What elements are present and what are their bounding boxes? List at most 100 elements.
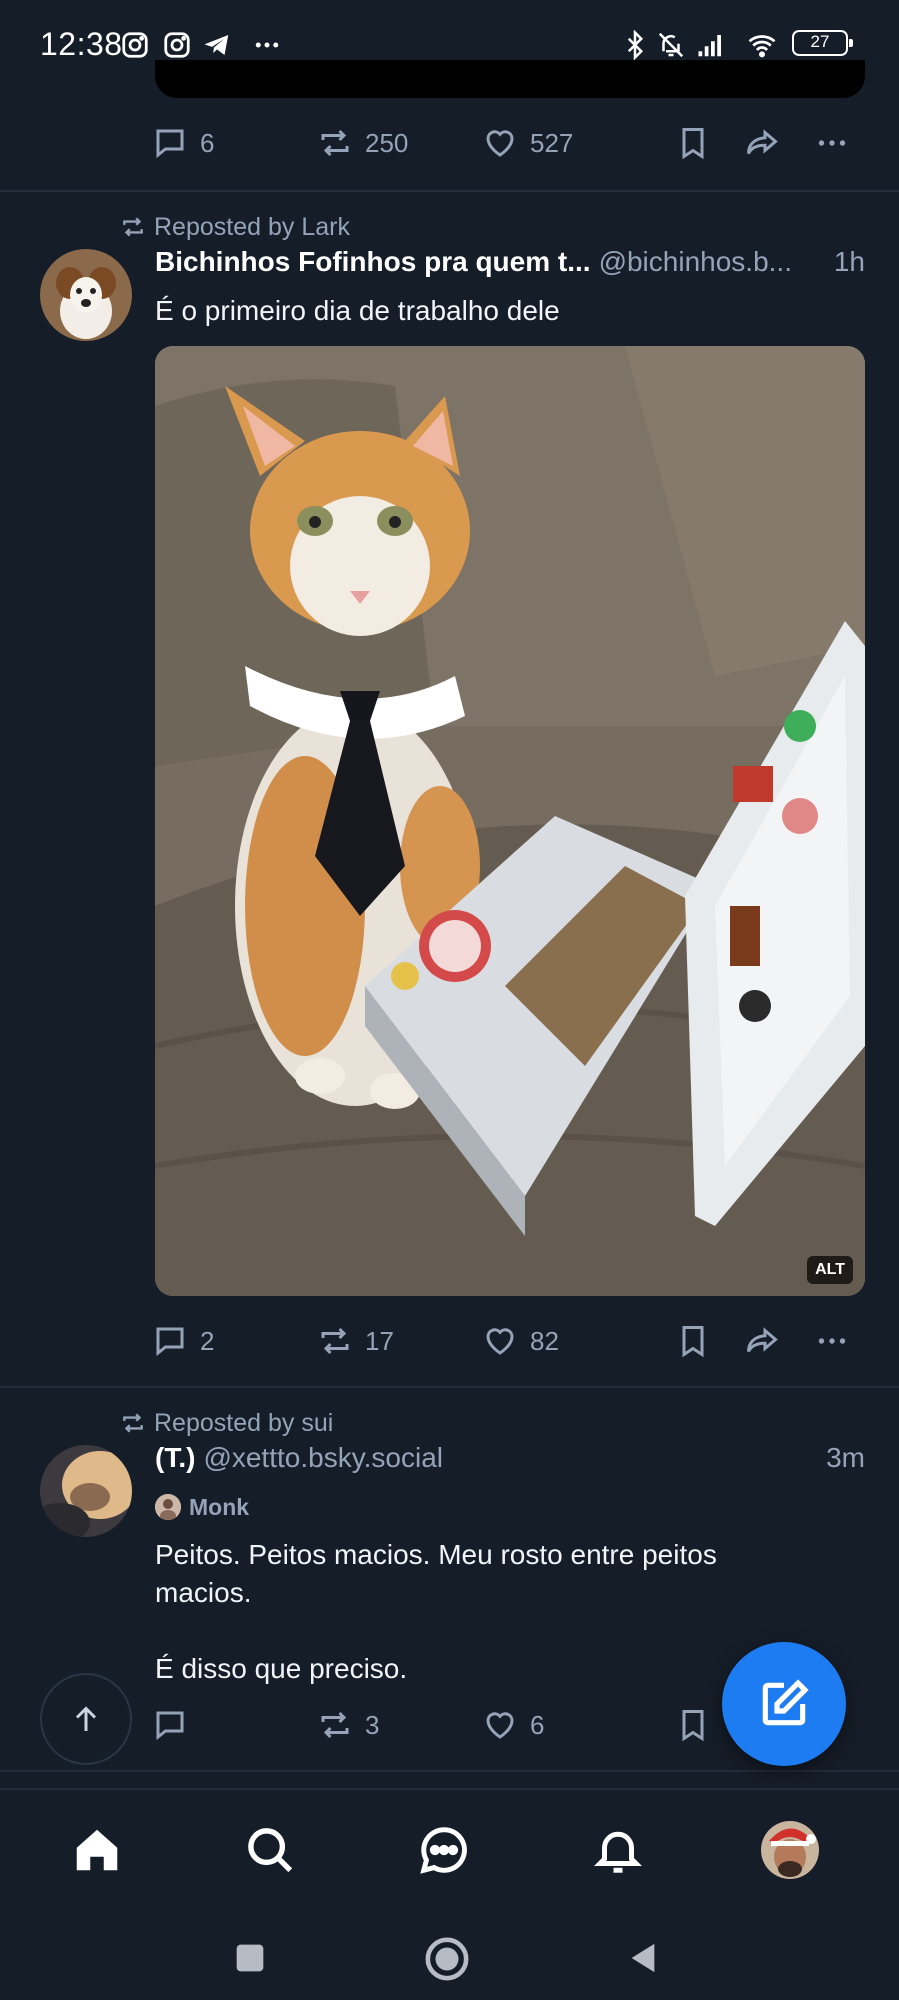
- instagram-icon: [122, 32, 148, 58]
- more-options-button[interactable]: [814, 1316, 850, 1366]
- like-count: 6: [530, 1709, 545, 1740]
- repost-icon: [321, 129, 349, 157]
- more-dots-icon: [818, 140, 846, 146]
- circle-icon: [425, 1937, 469, 1981]
- author-name[interactable]: (T.): [155, 1442, 195, 1474]
- badge-avatar-image: [155, 1494, 181, 1520]
- post-image[interactable]: ALT: [155, 346, 865, 1296]
- badge-avatar-icon: [155, 1494, 181, 1520]
- reply-icon: [156, 1327, 184, 1357]
- reply-icon: [156, 1711, 184, 1741]
- post-text: É o primeiro dia de trabalho dele: [155, 295, 560, 326]
- recents-button[interactable]: [234, 1942, 266, 1979]
- nav-profile[interactable]: [760, 1820, 820, 1880]
- home-button[interactable]: [424, 1936, 470, 1987]
- post-divider: [0, 190, 899, 192]
- bookmark-icon: [682, 1326, 704, 1358]
- square-icon: [236, 1944, 264, 1972]
- reply-count: 6: [200, 127, 215, 158]
- share-icon: [747, 1327, 778, 1353]
- heart-icon: [486, 1328, 514, 1355]
- reply-button[interactable]: [152, 1700, 200, 1750]
- avatar[interactable]: [40, 249, 132, 341]
- share-button[interactable]: [744, 118, 780, 168]
- profile-avatar: [761, 1821, 819, 1879]
- like-button[interactable]: 6: [482, 1700, 544, 1750]
- post-time[interactable]: 1h: [834, 246, 865, 278]
- signal-icon: [698, 35, 721, 57]
- post-divider: [0, 1770, 899, 1772]
- bookmark-button[interactable]: [675, 1700, 711, 1750]
- nav-notifications[interactable]: [588, 1820, 648, 1880]
- repost-button[interactable]: 250: [317, 118, 408, 168]
- bluetooth-icon: [627, 30, 644, 60]
- post-time[interactable]: 3m: [826, 1442, 865, 1474]
- previous-post-actions: 6 250 527: [152, 118, 872, 168]
- telegram-icon: [204, 35, 229, 55]
- like-button[interactable]: 527: [482, 118, 573, 168]
- search-icon: [248, 1828, 293, 1873]
- instagram-icon: [164, 32, 190, 58]
- home-icon: [76, 1829, 118, 1871]
- repost-label: Reposted by Lark: [154, 212, 350, 241]
- notifications-icon: [594, 1831, 642, 1873]
- compose-icon: [762, 1679, 809, 1726]
- reply-button[interactable]: 6: [152, 118, 214, 168]
- more-options-button[interactable]: [814, 118, 850, 168]
- arrow-up-icon: [75, 1706, 97, 1731]
- nav-home[interactable]: [67, 1820, 127, 1880]
- repost-count: 3: [365, 1709, 380, 1740]
- post-divider: [0, 1386, 899, 1388]
- repost-icon: [123, 1413, 143, 1433]
- system-nav-bar: [0, 1914, 899, 2000]
- bookmark-button[interactable]: [675, 1316, 711, 1366]
- share-icon: [747, 129, 778, 155]
- avatar[interactable]: [40, 1445, 132, 1537]
- scroll-to-top-button[interactable]: [40, 1673, 132, 1765]
- bottom-nav: [0, 1788, 899, 1914]
- chat-icon: [420, 1827, 467, 1874]
- repost-icon: [321, 1711, 349, 1739]
- dog-avatar-image: [40, 249, 132, 341]
- post-header: (T.) @xettto.bsky.social 3m: [155, 1442, 865, 1482]
- post-text-line: macios.: [155, 1577, 252, 1608]
- more-dots-icon: [818, 1338, 846, 1344]
- bookmark-button[interactable]: [675, 118, 711, 168]
- repost-button[interactable]: 17: [317, 1316, 394, 1366]
- compose-button[interactable]: [722, 1642, 846, 1766]
- repost-indicator[interactable]: Reposted by sui: [120, 1406, 333, 1440]
- nav-chat[interactable]: [414, 1820, 474, 1880]
- repost-icon: [321, 1327, 349, 1355]
- alt-badge[interactable]: ALT: [807, 1256, 853, 1284]
- back-triangle-icon: [631, 1943, 655, 1973]
- reply-icon: [156, 129, 184, 159]
- profile-badge[interactable]: Monk: [155, 1490, 249, 1524]
- repost-count: 17: [365, 1325, 394, 1356]
- nav-search[interactable]: [240, 1820, 300, 1880]
- badge-label: Monk: [189, 1493, 250, 1520]
- reply-button[interactable]: 2: [152, 1316, 214, 1366]
- bookmark-icon: [682, 1710, 704, 1742]
- wifi-icon: [748, 35, 776, 58]
- repost-icon: [123, 217, 143, 237]
- post-header: Bichinhos Fofinhos pra quem t... @bichin…: [155, 246, 865, 286]
- repost-indicator[interactable]: Reposted by Lark: [120, 210, 350, 244]
- reply-count: 2: [200, 1325, 215, 1356]
- heart-icon: [486, 130, 514, 157]
- share-button[interactable]: [744, 1316, 780, 1366]
- bell-off-icon: [658, 32, 684, 58]
- battery-icon: 27: [792, 30, 853, 56]
- author-handle[interactable]: @xettto.bsky.social: [203, 1442, 443, 1474]
- repost-button[interactable]: 3: [317, 1700, 379, 1750]
- back-button[interactable]: [626, 1940, 660, 1981]
- author-handle[interactable]: @bichinhos.b...: [599, 246, 792, 278]
- like-count: 527: [530, 127, 574, 158]
- user-avatar-image: [40, 1445, 132, 1537]
- bookmark-icon: [682, 128, 704, 160]
- heart-icon: [486, 1712, 514, 1739]
- post-text-line: Peitos. Peitos macios. Meu rosto entre p…: [155, 1539, 717, 1570]
- author-name[interactable]: Bichinhos Fofinhos pra quem t...: [155, 246, 591, 278]
- previous-post-image[interactable]: [155, 60, 865, 98]
- repost-count: 250: [365, 127, 409, 158]
- like-button[interactable]: 82: [482, 1316, 559, 1366]
